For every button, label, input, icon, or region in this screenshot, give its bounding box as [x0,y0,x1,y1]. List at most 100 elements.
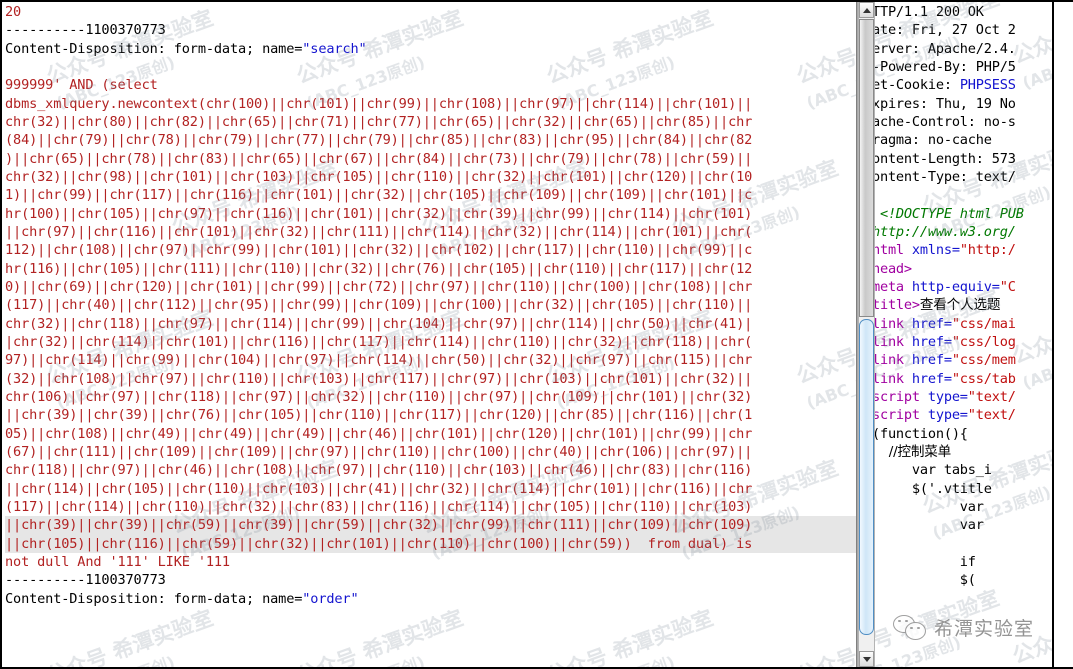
response-line[interactable]: Content-Type: text/ [864,168,1052,186]
request-line[interactable]: (84)||chr(79)||chr(78)||chr(79)||chr(77)… [5,131,856,149]
response-line[interactable]: <link href="css/mem [864,351,1052,369]
response-line[interactable]: Cache-Control: no-s [864,113,1052,131]
response-line[interactable]: "http://www.w3.org/ [864,223,1052,241]
request-line[interactable]: hr(116)||chr(105)||chr(111)||chr(110)||c… [5,260,856,278]
request-line[interactable]: ||chr(114)||chr(105)||chr(110)||chr(103)… [5,480,856,498]
response-code-area[interactable]: HTTP/1.1 200 OK Date: Fri, 27 Oct 2 Server… [864,2,1052,667]
request-line[interactable]: |chr(32)||chr(114)||chr(101)||chr(116)||… [5,333,856,351]
request-line[interactable]: 112)||chr(108)||chr(97)||chr(99)||chr(10… [5,241,856,259]
code-token: var [864,498,984,515]
scroll-down-arrow-icon[interactable] [859,651,874,667]
code-token: 查看个人选题 [919,297,1001,314]
request-line[interactable]: (117)||chr(40)||chr(112)||chr(95)||chr(9… [5,296,856,314]
request-line[interactable]: not dull And '111' LIKE '111 [5,553,856,571]
http-viewer-window: 20 ----------1100370773 Content-Dispositio… [0,0,1073,669]
request-line[interactable]: 05)||chr(108)||chr(49)||chr(49)||chr(49)… [5,425,856,443]
code-token: ----------1100370773 [5,572,166,589]
response-line[interactable]: <script type="text/ [864,388,1052,406]
request-line[interactable]: chr(32)||chr(98)||chr(101)||chr(103)||ch… [5,168,856,186]
response-line[interactable]: $('.vtitle [864,480,1052,498]
request-code-area[interactable]: 20 ----------1100370773 Content-Dispositio… [5,2,856,667]
code-token: http-equiv= [911,278,1000,295]
response-line[interactable]: HTTP/1.1 200 OK [864,3,1052,21]
request-line[interactable]: 20 [5,3,856,21]
code-token: chr(118)||chr(97)||chr(46)||chr(108)||ch… [5,462,753,479]
response-line[interactable]: X-Powered-By: PHP/5 [864,58,1052,76]
code-token: hr(100)||chr(105)||chr(97)||chr(116)||ch… [5,205,753,222]
code-token: Expires: Thu, 19 No [864,95,1016,112]
response-line[interactable]: Pragma: no-cache [864,131,1052,149]
request-line[interactable]: 0)||chr(69)||chr(120)||chr(101)||chr(99)… [5,278,856,296]
request-line[interactable]: 999999' AND (select [5,76,856,94]
request-pane[interactable]: 20 ----------1100370773 Content-Dispositio… [0,2,857,667]
request-line[interactable]: ||chr(39)||chr(39)||chr(59)||chr(39)||ch… [5,516,856,535]
request-line[interactable]: Content-Disposition: form-data; name="se… [5,40,856,58]
response-line[interactable] [864,535,1052,553]
request-line[interactable]: chr(32)||chr(80)||chr(82)||chr(65)||chr(… [5,113,856,131]
response-line[interactable]: <title>查看个人选题 [864,296,1052,314]
code-token: Pragma: no-cache [864,132,992,149]
response-line[interactable]: var [864,516,1052,534]
request-line[interactable]: ----------1100370773 [5,21,856,39]
response-line[interactable]: Date: Fri, 27 Oct 2 [864,21,1052,39]
response-line[interactable]: <script type="text/ [864,406,1052,424]
request-line[interactable]: chr(118)||chr(97)||chr(46)||chr(108)||ch… [5,461,856,479]
request-line[interactable]: (32)||chr(108)||chr(97)||chr(110)||chr(1… [5,370,856,388]
request-line[interactable]: Content-Disposition: form-data; name="or… [5,590,856,608]
code-token: if [864,553,976,570]
response-line[interactable]: Set-Cookie: PHPSESS [864,76,1052,94]
response-line[interactable]: Server: Apache/2.4. [864,40,1052,58]
code-token: ||chr(39)||chr(39)||chr(76)||chr(105)||c… [5,407,753,424]
request-line[interactable]: (67)||chr(111)||chr(109)||chr(109)||chr(… [5,443,856,461]
response-line[interactable]: <meta http-equiv="C [864,278,1052,296]
response-line[interactable]: var tabs_i [864,461,1052,479]
response-line[interactable]: Content-Length: 573 [864,150,1052,168]
code-token: Set-Cookie: [864,77,960,94]
code-token: Date: Fri, 27 Oct 2 [864,22,1016,39]
brand-label: 希潭实验室 [934,618,1035,640]
code-token: ||chr(39)||chr(39)||chr(59)||chr(39)||ch… [5,517,753,534]
code-token: "search" [302,40,367,57]
code-token: ----------1100370773 [5,22,166,39]
response-line[interactable]: <link href="css/tab [864,370,1052,388]
code-token: ||chr(105)||chr(116)||chr(59)||chr(32)||… [5,535,753,552]
code-token: chr(32)||chr(98)||chr(101)||chr(103)||ch… [5,168,753,185]
request-line[interactable]: 1)||chr(99)||chr(117)||chr(116)||chr(101… [5,186,856,204]
response-pane[interactable]: HTTP/1.1 200 OK Date: Fri, 27 Oct 2 Server… [857,2,1054,667]
vertical-scrollbar[interactable] [858,2,875,667]
scroll-thumb-lower[interactable] [859,319,874,635]
request-line[interactable]: (117)||chr(114)||chr(110)||chr(32)||chr(… [5,498,856,516]
request-line[interactable]: ||chr(39)||chr(39)||chr(76)||chr(105)||c… [5,406,856,424]
response-line[interactable]: $( [864,571,1052,589]
code-token: )||chr(65)||chr(78)||chr(83)||chr(65)||c… [5,150,753,167]
response-line[interactable]: <head> [864,260,1052,278]
response-line[interactable]: <!DOCTYPE html PUB [864,205,1052,223]
request-line[interactable] [5,58,856,76]
request-line[interactable]: dbms_xmlquery.newcontext(chr(100)||chr(1… [5,95,856,113]
request-line[interactable]: )||chr(65)||chr(78)||chr(83)||chr(65)||c… [5,150,856,168]
request-line[interactable]: chr(106)||chr(97)||chr(118)||chr(97)||ch… [5,388,856,406]
request-line[interactable]: ----------1100370773 [5,571,856,589]
code-token: $('.vtitle [864,480,992,497]
code-token: HTTP/1.1 200 OK [864,4,984,20]
scroll-thumb-upper[interactable] [859,19,874,317]
response-line[interactable]: <html xmlns="http:/ [864,241,1052,259]
code-token: 20 [5,4,22,20]
request-line[interactable]: 97)||chr(114)||chr(99)||chr(104)||chr(97… [5,351,856,369]
code-token: (117)||chr(114)||chr(110)||chr(32)||chr(… [5,498,753,515]
scroll-up-arrow-icon[interactable] [859,2,874,18]
request-line[interactable]: hr(100)||chr(105)||chr(97)||chr(116)||ch… [5,205,856,223]
response-line[interactable] [864,186,1052,204]
request-line[interactable]: chr(32)||chr(118)||chr(97)||chr(114)||ch… [5,315,856,333]
request-line[interactable]: ||chr(97)||chr(116)||chr(101)||chr(32)||… [5,223,856,241]
response-line[interactable]: <link href="css/mai [864,315,1052,333]
response-line[interactable]: if [864,553,1052,571]
response-line[interactable]: <link href="css/log [864,333,1052,351]
code-token: 0)||chr(69)||chr(120)||chr(101)||chr(99)… [5,278,753,295]
response-line[interactable]: $(function(){ [864,425,1052,443]
response-line[interactable]: Expires: Thu, 19 No [864,95,1052,113]
response-line[interactable]: var [864,498,1052,516]
code-token: "text/ [967,407,1016,424]
response-line[interactable]: //控制菜单 [864,443,1052,461]
request-line[interactable]: ||chr(105)||chr(116)||chr(59)||chr(32)||… [5,534,856,553]
